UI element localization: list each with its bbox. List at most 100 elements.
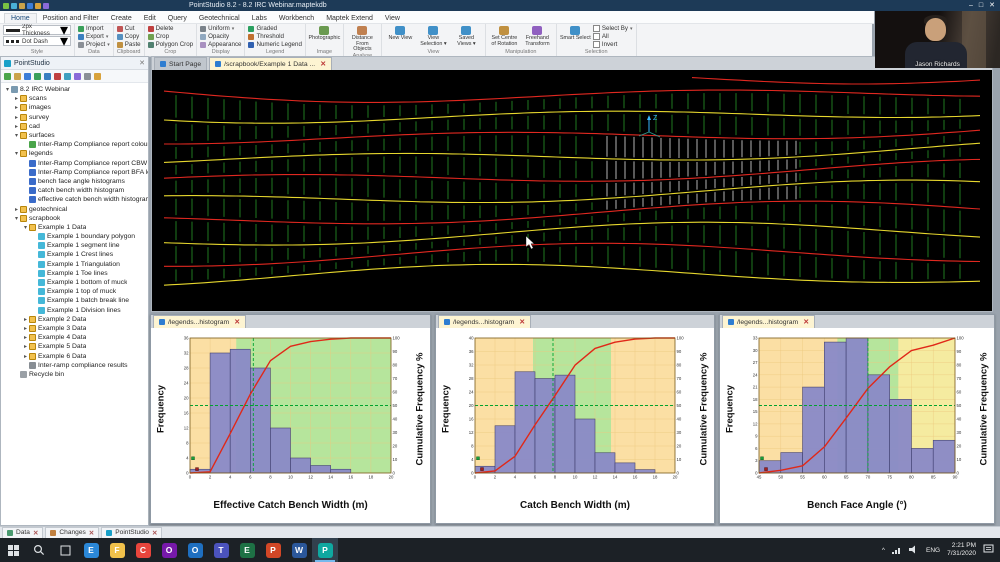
ribbon-tab-workbench[interactable]: Workbench bbox=[273, 14, 320, 23]
save-icon[interactable] bbox=[27, 2, 33, 9]
panel-tab-pointstudio[interactable]: PointStudio ✕ bbox=[101, 526, 163, 539]
close-icon[interactable]: ✕ bbox=[152, 529, 157, 537]
new-view-button[interactable]: New View bbox=[385, 25, 416, 47]
opacity-button[interactable]: Opacity bbox=[200, 33, 241, 40]
tree-expander[interactable]: ▸ bbox=[13, 95, 20, 102]
import-icon[interactable] bbox=[34, 72, 41, 80]
panel-tab-changes[interactable]: Changes ✕ bbox=[45, 526, 100, 539]
ribbon-tab-home[interactable]: Home bbox=[4, 13, 37, 23]
viewport-tab-start-page[interactable]: Start Page bbox=[154, 57, 208, 70]
taskbar-icon-edge[interactable]: E bbox=[78, 538, 104, 562]
tree-item[interactable]: ▸ Example 5 Data bbox=[1, 342, 148, 351]
ribbon-tab-view[interactable]: View bbox=[379, 14, 406, 23]
taskbar-icon-pointstudio[interactable]: P bbox=[312, 538, 338, 562]
uniform-button[interactable]: Uniform ▾ bbox=[200, 25, 241, 32]
taskbar-icon-teams[interactable]: T bbox=[208, 538, 234, 562]
graded-button[interactable]: Graded bbox=[248, 25, 301, 32]
tree-item[interactable]: Inter-Ramp Compliance report coloured su… bbox=[1, 140, 148, 149]
taskbar-icon-outlook[interactable]: O bbox=[182, 538, 208, 562]
redo-icon[interactable] bbox=[43, 2, 49, 9]
tree-item[interactable]: Example 1 top of muck bbox=[1, 287, 148, 296]
invert-option[interactable]: Invert bbox=[592, 41, 633, 48]
tree-item[interactable]: Example 1 bottom of muck bbox=[1, 278, 148, 287]
tree-item[interactable]: ▸ scans bbox=[1, 94, 148, 103]
appearance-button[interactable]: Appearance bbox=[200, 41, 241, 48]
tree-expander[interactable]: ▸ bbox=[13, 114, 20, 121]
close-icon[interactable]: ✕ bbox=[33, 529, 38, 537]
tree-item[interactable]: ▾ legends bbox=[1, 149, 148, 158]
tree-item[interactable]: Example 1 Toe lines bbox=[1, 269, 148, 278]
cut-button[interactable]: Cut bbox=[116, 25, 141, 32]
undo-icon[interactable] bbox=[35, 2, 41, 9]
open-icon[interactable] bbox=[14, 72, 21, 80]
close-icon[interactable]: ✕ bbox=[519, 318, 525, 326]
taskbar-icon-excel[interactable]: E bbox=[234, 538, 260, 562]
ribbon-tab-edit[interactable]: Edit bbox=[138, 14, 162, 23]
project-button[interactable]: Project ▾ bbox=[78, 41, 110, 48]
ribbon-tab-create[interactable]: Create bbox=[105, 14, 138, 23]
ribbon-tab-maptek-extend[interactable]: Maptek Extend bbox=[320, 14, 379, 23]
tree-item[interactable]: ▸ survey bbox=[1, 113, 148, 122]
save-icon[interactable] bbox=[24, 72, 31, 80]
tree-item[interactable]: effective catch bench width histogram bbox=[1, 195, 148, 204]
tree-item[interactable]: ▸ cad bbox=[1, 122, 148, 131]
close-icon[interactable]: ✕ bbox=[320, 60, 326, 68]
chevron-up-icon[interactable]: ^ bbox=[882, 547, 885, 554]
ribbon-tab-position-and-filter[interactable]: Position and Filter bbox=[37, 14, 105, 23]
panel-tab-data[interactable]: Data ✕ bbox=[2, 526, 44, 539]
paste-button[interactable]: Paste bbox=[116, 41, 141, 48]
tree-item[interactable]: ▾ 8.2 IRC Webinar bbox=[1, 85, 148, 94]
tree-item[interactable]: Example 1 Triangulation bbox=[1, 260, 148, 269]
help-icon[interactable] bbox=[94, 72, 101, 80]
tree-item[interactable]: bench face angle histograms bbox=[1, 177, 148, 186]
export-button[interactable]: Export ▾ bbox=[78, 33, 110, 40]
refresh-icon[interactable] bbox=[64, 72, 71, 80]
tree-expander[interactable]: ▸ bbox=[13, 123, 20, 130]
tree-expander[interactable]: ▾ bbox=[13, 215, 20, 222]
taskbar-icon-folder[interactable]: F bbox=[104, 538, 130, 562]
taskbar-icon-chrome[interactable]: C bbox=[130, 538, 156, 562]
tree-expander[interactable]: ▸ bbox=[22, 343, 29, 350]
tree-item[interactable]: ▾ scrapbook bbox=[1, 214, 148, 223]
task-view-button[interactable] bbox=[52, 538, 78, 562]
crop-button[interactable]: Crop bbox=[147, 33, 194, 40]
all-option[interactable]: All bbox=[592, 33, 633, 40]
close-button[interactable]: ✕ bbox=[989, 0, 995, 11]
tree-item[interactable]: catch bench width histogram bbox=[1, 186, 148, 195]
panel-close-icon[interactable]: ✕ bbox=[139, 59, 145, 67]
import-button[interactable]: Import bbox=[78, 25, 110, 32]
view-selection-button[interactable]: View Selection ▾ bbox=[418, 25, 449, 47]
photographic-button[interactable]: Photographic bbox=[309, 25, 340, 42]
start-button[interactable] bbox=[0, 538, 26, 562]
ribbon-tab-labs[interactable]: Labs bbox=[246, 14, 273, 23]
tree-expander[interactable]: ▸ bbox=[13, 206, 20, 213]
language-indicator[interactable]: ENG bbox=[926, 547, 940, 554]
copy-button[interactable]: Copy bbox=[116, 33, 141, 40]
tree-item[interactable]: Example 1 Crest lines bbox=[1, 250, 148, 259]
action-center-icon[interactable] bbox=[983, 541, 994, 559]
ribbon-tab-geotechnical[interactable]: Geotechnical bbox=[193, 14, 246, 23]
tree-expander[interactable]: ▾ bbox=[4, 86, 11, 93]
ribbon-tab-query[interactable]: Query bbox=[162, 14, 193, 23]
tree-item[interactable]: Recycle bin bbox=[1, 370, 148, 379]
saved-views-button[interactable]: Saved Views ▾ bbox=[451, 25, 482, 47]
tree-item[interactable]: ▸ Example 3 Data bbox=[1, 324, 148, 333]
tree-item[interactable]: ▸ geotechnical bbox=[1, 204, 148, 213]
volume-icon[interactable] bbox=[908, 541, 919, 559]
close-icon[interactable]: ✕ bbox=[89, 529, 94, 537]
new-icon[interactable] bbox=[11, 2, 17, 9]
tree-item[interactable]: Inter-Ramp Compliance report BFA legend bbox=[1, 168, 148, 177]
add-icon[interactable] bbox=[4, 72, 11, 80]
threshold-button[interactable]: Threshold bbox=[248, 33, 301, 40]
histogram-tab[interactable]: /legends...histogram ✕ bbox=[153, 315, 247, 328]
histogram-tab[interactable]: /legends...histogram ✕ bbox=[722, 315, 816, 328]
histogram-tab[interactable]: /legends...histogram ✕ bbox=[438, 315, 532, 328]
tree-item[interactable]: ▸ Example 4 Data bbox=[1, 333, 148, 342]
tree-item[interactable]: ▸ Example 6 Data bbox=[1, 351, 148, 360]
polygon-crop-button[interactable]: Polygon Crop bbox=[147, 41, 193, 48]
tree-item[interactable]: ▾ Example 1 Data bbox=[1, 223, 148, 232]
delete-button[interactable]: Delete bbox=[147, 25, 194, 32]
tree-expander[interactable]: ▸ bbox=[22, 334, 29, 341]
freehand-transform-button[interactable]: Freehand Transform bbox=[522, 25, 553, 47]
network-icon[interactable] bbox=[891, 541, 902, 559]
